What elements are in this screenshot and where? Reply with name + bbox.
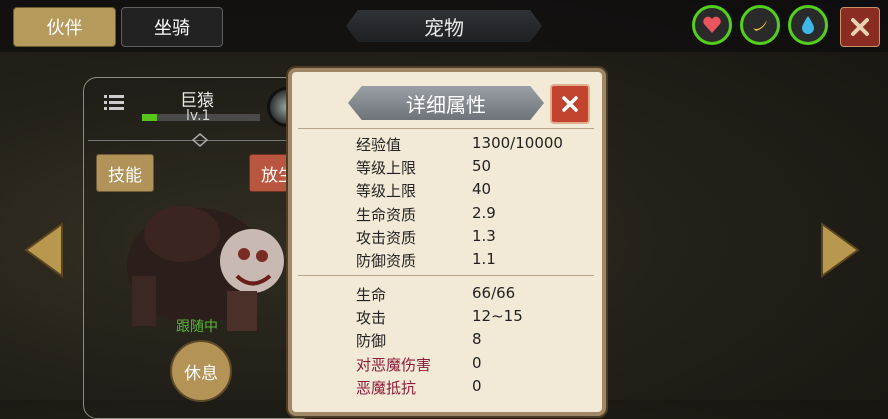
stat-value: 1300/10000 <box>472 134 563 152</box>
list-menu-icon[interactable] <box>104 95 124 111</box>
stat-value: 8 <box>472 330 482 348</box>
tab-partner[interactable]: 伙伴 <box>13 7 116 47</box>
stat-row: 攻击资质 1.3 <box>356 227 596 250</box>
stat-label: 等级上限 <box>356 159 417 177</box>
banana-icon[interactable] <box>740 5 780 45</box>
divider-ornament-icon <box>192 133 208 147</box>
page-title: 宠物 <box>346 10 542 42</box>
stat-value: 2.9 <box>472 204 496 222</box>
stat-label: 攻击资质 <box>356 229 417 247</box>
pet-model-ape <box>127 206 284 331</box>
arrow-right-icon[interactable] <box>820 222 860 278</box>
stat-label: 攻击 <box>356 309 387 327</box>
water-drop-icon[interactable] <box>788 5 828 45</box>
stat-row: 攻击 12~15 <box>356 307 596 330</box>
skill-button[interactable]: 技能 <box>96 154 154 192</box>
popup-divider-mid <box>298 275 594 276</box>
close-icon[interactable] <box>840 7 880 47</box>
stat-row: 经验值 1300/10000 <box>356 134 596 157</box>
stat-label: 对恶魔伤害 <box>356 356 432 374</box>
stat-value: 0 <box>472 354 482 372</box>
stat-row: 防御资质 1.1 <box>356 250 596 273</box>
stat-label: 经验值 <box>356 136 402 154</box>
stat-row: 恶魔抵抗 0 <box>356 377 596 400</box>
stat-value: 1.1 <box>472 250 496 268</box>
pet-level: lv.1 <box>186 108 211 124</box>
tab-mount[interactable]: 坐骑 <box>121 7 223 47</box>
stat-label: 防御 <box>356 332 387 350</box>
stat-value: 50 <box>472 157 492 175</box>
stat-row: 对恶魔伤害 0 <box>356 354 596 377</box>
stat-label: 等级上限 <box>356 182 417 200</box>
close-icon <box>562 96 578 112</box>
rest-button[interactable]: 休息 <box>170 340 232 402</box>
stat-value: 0 <box>472 377 482 395</box>
stat-row: 等级上限 50 <box>356 157 596 180</box>
popup-close-button[interactable] <box>550 84 590 124</box>
stat-row: 生命资质 2.9 <box>356 204 596 227</box>
stat-value: 1.3 <box>472 227 496 245</box>
stat-label: 恶魔抵抗 <box>356 379 417 397</box>
stat-label: 生命资质 <box>356 206 417 224</box>
stat-value: 12~15 <box>472 307 523 325</box>
popup-title: 详细属性 <box>348 86 544 120</box>
arrow-left-icon[interactable] <box>24 222 64 278</box>
stat-value: 40 <box>472 180 492 198</box>
stat-label: 生命 <box>356 286 387 304</box>
popup-divider-top <box>298 128 594 129</box>
pet-xp-fill <box>142 114 158 121</box>
stat-value: 66/66 <box>472 284 516 302</box>
detail-attributes-popup: 详细属性 经验值 1300/10000 等级上限 50 等级上限 40 生命资质 2.9… <box>288 68 606 416</box>
stat-label: 防御资质 <box>356 252 417 270</box>
stat-row: 生命 66/66 <box>356 284 596 307</box>
pet-status: 跟随中 <box>176 319 218 335</box>
stat-row: 防御 8 <box>356 330 596 353</box>
heart-icon[interactable] <box>692 5 732 45</box>
stat-row: 等级上限 40 <box>356 180 596 203</box>
